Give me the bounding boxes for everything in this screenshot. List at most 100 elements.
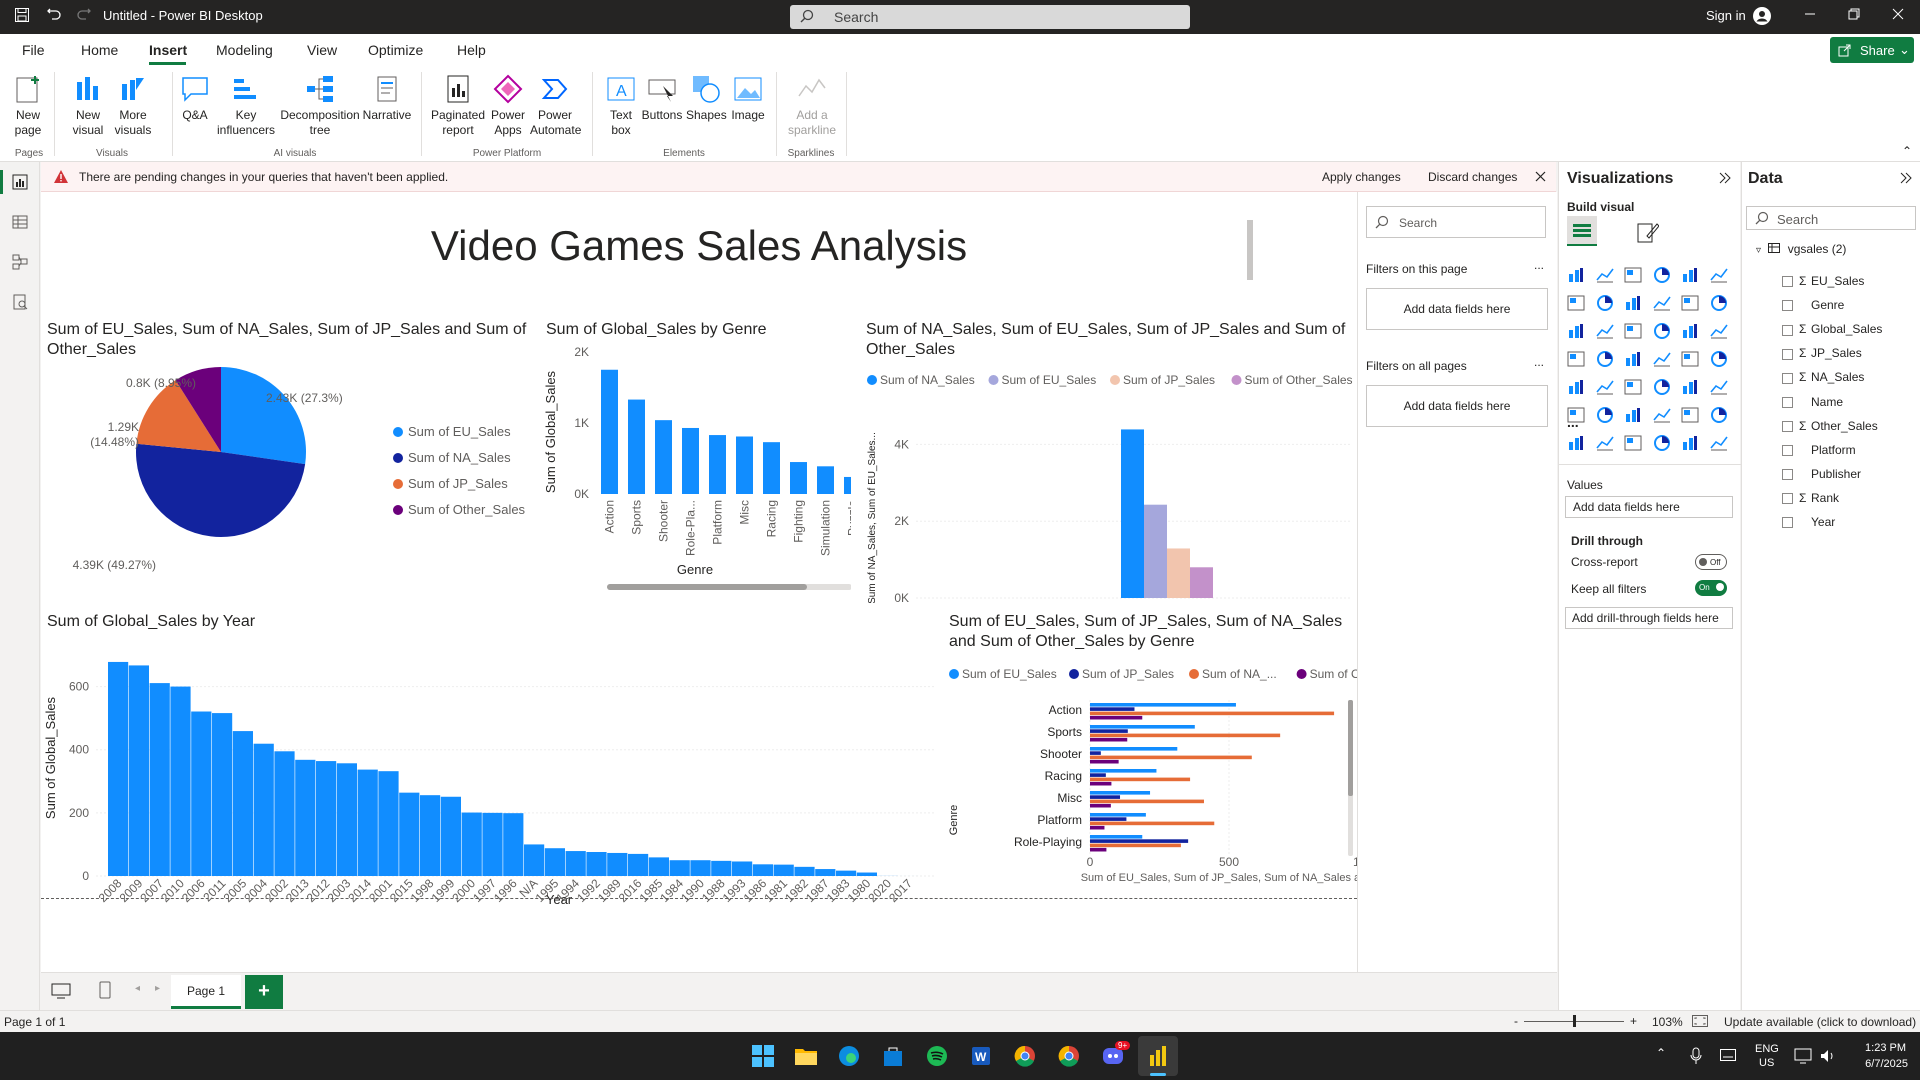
- word-icon[interactable]: W: [970, 1045, 992, 1070]
- menu-modeling[interactable]: Modeling: [216, 42, 273, 58]
- cross-report-toggle[interactable]: Off: [1695, 554, 1727, 570]
- network-icon[interactable]: [1794, 1048, 1812, 1067]
- field-checkbox[interactable]: [1782, 517, 1793, 529]
- field-na_sales[interactable]: Σ NA_Sales: [1782, 370, 1864, 388]
- field-other_sales[interactable]: Σ Other_Sales: [1782, 419, 1878, 437]
- previous-page-icon[interactable]: ◂: [135, 983, 140, 994]
- chrome-icon[interactable]: [1014, 1045, 1036, 1070]
- field-jp_sales[interactable]: Σ JP_Sales: [1782, 346, 1862, 364]
- donut-visual-icon[interactable]: [1709, 322, 1728, 340]
- store-icon[interactable]: [882, 1045, 904, 1070]
- drill-through-drop-well[interactable]: Add drill-through fields here: [1565, 607, 1733, 629]
- qna-visual-icon[interactable]: [1652, 406, 1671, 424]
- menu-file[interactable]: File: [22, 42, 45, 58]
- next-page-icon[interactable]: ▸: [155, 983, 160, 994]
- clock-date[interactable]: 6/7/2025: [1852, 1058, 1908, 1070]
- text-box-button[interactable]: A Text box: [604, 74, 638, 138]
- funnel-visual-icon[interactable]: [1624, 322, 1642, 340]
- field-global_sales[interactable]: Σ Global_Sales: [1782, 322, 1882, 340]
- arcgis-visual-icon[interactable]: [1653, 434, 1671, 452]
- narrative-visual-icon[interactable]: [1681, 406, 1699, 424]
- mobile-layout-icon[interactable]: [99, 981, 111, 1002]
- viz-more-icon[interactable]: ...: [1567, 414, 1579, 430]
- narrative-button[interactable]: Narrative: [362, 74, 412, 123]
- field-checkbox[interactable]: [1782, 300, 1793, 312]
- microphone-icon[interactable]: [1690, 1047, 1702, 1068]
- textbox-scrollbar[interactable]: [1247, 220, 1253, 280]
- ribbon-visual-icon[interactable]: [1567, 322, 1585, 340]
- r-script-visual-icon[interactable]: [1709, 378, 1728, 396]
- gauge-visual-icon[interactable]: [1681, 350, 1699, 368]
- clustered-column-visual-icon[interactable]: [1653, 266, 1671, 284]
- update-available-link[interactable]: Update available (click to download): [1724, 1015, 1916, 1029]
- key-influencers-visual-icon[interactable]: [1596, 406, 1614, 424]
- power-automate-visual-icon[interactable]: [1624, 434, 1642, 452]
- multi-row-card-visual-icon[interactable]: [1567, 378, 1585, 396]
- zoom-in-button[interactable]: +: [1630, 1014, 1637, 1028]
- year-column-chart[interactable]: Sum of Global_Sales020040060020082009200…: [41, 638, 941, 908]
- automate-visual-icon[interactable]: [1709, 434, 1728, 452]
- paginated-report-button[interactable]: Paginated report: [430, 74, 486, 138]
- menu-help[interactable]: Help: [457, 42, 486, 58]
- azure-map-visual-icon[interactable]: [1652, 350, 1671, 368]
- restore-icon[interactable]: [1848, 8, 1860, 23]
- clustered-bar-visual-icon[interactable]: [1624, 266, 1642, 284]
- report-title[interactable]: Video Games Sales Analysis: [41, 222, 1357, 282]
- field-checkbox[interactable]: [1782, 469, 1793, 481]
- model-view-icon[interactable]: [12, 254, 28, 273]
- key-influencers-button[interactable]: Key influencers: [216, 74, 276, 138]
- collapse-ribbon-icon[interactable]: ⌃: [1902, 144, 1912, 158]
- genre-column-chart[interactable]: Sum of Global_Sales 0K 1K 2K Action Sports Sho…: [541, 342, 851, 597]
- field-rank[interactable]: Σ Rank: [1782, 491, 1839, 509]
- zoom-out-button[interactable]: -: [1514, 1014, 1518, 1028]
- redo-icon[interactable]: [76, 7, 92, 26]
- values-drop-well[interactable]: Add data fields here: [1565, 496, 1733, 518]
- field-platform[interactable]: Platform: [1782, 443, 1856, 461]
- report-canvas[interactable]: Video Games Sales Analysis Sum of EU_Sal…: [41, 192, 1357, 972]
- filters-all-drop-well[interactable]: Add data fields here: [1366, 385, 1548, 427]
- decomposition-visual-icon[interactable]: [1624, 406, 1642, 424]
- field-name[interactable]: Name: [1782, 395, 1843, 413]
- undo-icon[interactable]: [46, 7, 62, 26]
- field-genre[interactable]: Genre: [1782, 298, 1844, 316]
- collapse-pane-icon[interactable]: [1719, 172, 1731, 187]
- matrix-visual-icon[interactable]: [1681, 378, 1699, 396]
- edge-icon[interactable]: [838, 1045, 860, 1070]
- clock-time[interactable]: 1:23 PM: [1856, 1042, 1906, 1054]
- pie-chart[interactable]: 2.43K (27.3%) 4.39K (49.27%) 1.29K(14.48%)…: [41, 362, 541, 592]
- more-options-icon[interactable]: ...: [1534, 355, 1544, 369]
- menu-optimize[interactable]: Optimize: [368, 42, 423, 58]
- diamond-visual-icon[interactable]: [1681, 434, 1699, 452]
- close-icon[interactable]: [1892, 8, 1904, 23]
- new-page-button[interactable]: New page: [10, 74, 46, 138]
- menu-home[interactable]: Home: [81, 42, 118, 58]
- add-sparkline-button[interactable]: Add a sparkline: [784, 74, 840, 138]
- pie-visual-icon[interactable]: [1681, 322, 1699, 340]
- minimize-icon[interactable]: [1804, 8, 1816, 23]
- slicer-visual-icon[interactable]: [1624, 378, 1642, 396]
- paginated-visual-icon[interactable]: [1567, 434, 1585, 452]
- file-explorer-icon[interactable]: [794, 1045, 818, 1070]
- close-banner-icon[interactable]: [1535, 171, 1546, 185]
- field-checkbox[interactable]: [1782, 420, 1793, 432]
- 100-column-visual-icon[interactable]: [1709, 266, 1728, 284]
- map-visual-icon[interactable]: [1596, 350, 1614, 368]
- more-visuals-button[interactable]: More visuals: [112, 74, 154, 138]
- shapes-button[interactable]: Shapes: [686, 74, 727, 123]
- table-node[interactable]: ▿ vgsales (2): [1756, 242, 1846, 256]
- new-visual-button[interactable]: New visual: [70, 74, 106, 138]
- start-icon[interactable]: [752, 1045, 774, 1070]
- power-bi-taskbar-item[interactable]: [1138, 1036, 1178, 1076]
- power-apps-button[interactable]: Power Apps: [488, 74, 528, 138]
- apply-changes-button[interactable]: Apply changes: [1322, 170, 1401, 184]
- stacked-bar-visual-icon[interactable]: [1567, 266, 1585, 284]
- menu-view[interactable]: View: [307, 42, 337, 58]
- filters-page-drop-well[interactable]: Add data fields here: [1366, 288, 1548, 330]
- table-view-icon[interactable]: [12, 214, 28, 233]
- keyboard-icon[interactable]: [1720, 1049, 1736, 1064]
- waterfall-visual-icon[interactable]: [1595, 322, 1614, 340]
- collapse-pane-icon[interactable]: [1900, 172, 1912, 187]
- field-eu_sales[interactable]: Σ EU_Sales: [1782, 274, 1864, 292]
- keep-filters-toggle[interactable]: On: [1695, 580, 1727, 596]
- filters-search-input[interactable]: Search: [1366, 206, 1546, 238]
